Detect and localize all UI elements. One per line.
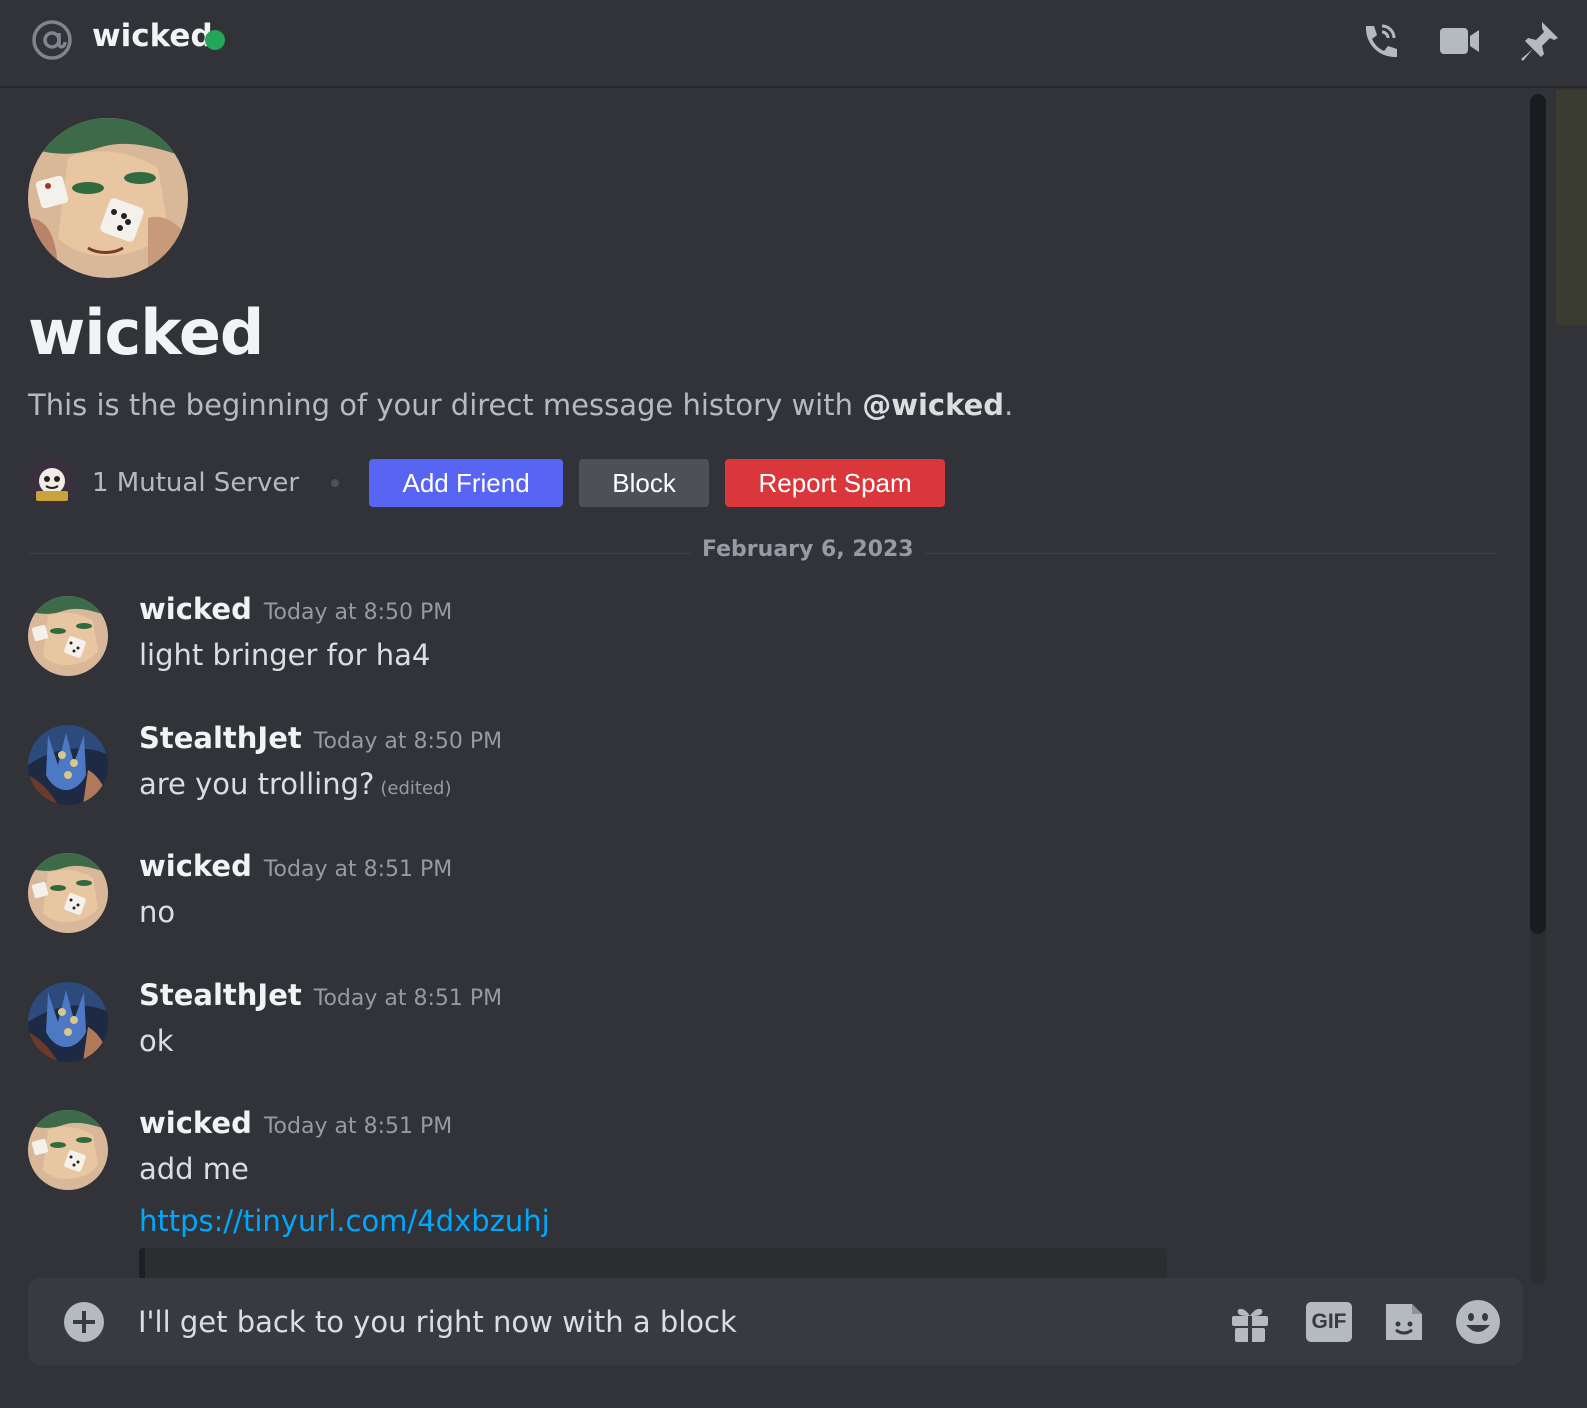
header-title: wicked: [92, 18, 213, 54]
pinned-messages-icon[interactable]: [1516, 18, 1562, 64]
at-sign-icon: [32, 20, 72, 60]
channel-header: wicked: [0, 0, 1587, 88]
video-call-icon[interactable]: [1436, 18, 1482, 64]
intro-suffix: .: [1004, 388, 1014, 422]
message-timestamp: Today at 8:50 PM: [313, 729, 503, 754]
emoji-icon[interactable]: [1454, 1298, 1502, 1346]
message-author[interactable]: StealthJet: [139, 978, 302, 1012]
message-content: light bringer for ha4: [139, 638, 431, 672]
right-edge-accent: [1556, 90, 1587, 325]
intro-prefix: This is the beginning of your direct mes…: [28, 388, 863, 422]
message-timestamp: Today at 8:50 PM: [263, 600, 453, 625]
date-divider: February 6, 2023: [28, 537, 1496, 571]
gif-icon[interactable]: GIF: [1305, 1298, 1353, 1346]
dm-intro-text: This is the beginning of your direct mes…: [28, 388, 1013, 422]
message-author[interactable]: wicked: [139, 592, 252, 626]
message-content: no: [139, 895, 176, 929]
avatar[interactable]: [28, 982, 108, 1062]
message-input[interactable]: [138, 1300, 1198, 1344]
gif-label: GIF: [1306, 1302, 1352, 1342]
edited-label: (edited): [380, 778, 452, 799]
message-timestamp: Today at 8:51 PM: [313, 986, 503, 1011]
avatar[interactable]: [28, 853, 108, 933]
avatar[interactable]: [28, 1110, 108, 1190]
message-author[interactable]: wicked: [139, 1106, 252, 1140]
avatar[interactable]: [28, 596, 108, 676]
message-content: add me: [139, 1152, 249, 1186]
profile-name: wicked: [28, 296, 264, 369]
intro-handle[interactable]: @wicked: [862, 388, 1004, 422]
message-timestamp: Today at 8:51 PM: [263, 1114, 453, 1139]
avatar[interactable]: [28, 725, 108, 805]
message-author[interactable]: wicked: [139, 849, 252, 883]
scrollbar-thumb[interactable]: [1530, 94, 1546, 934]
message-link[interactable]: https://tinyurl.com/4dxbzuhj: [139, 1204, 550, 1238]
mutual-servers-link[interactable]: 1 Mutual Server: [92, 468, 299, 498]
online-status-indicator: [205, 30, 225, 50]
add-friend-button[interactable]: Add Friend: [369, 459, 564, 507]
message-content: ok: [139, 1024, 174, 1058]
message-text: are you trolling?: [139, 767, 375, 801]
separator-dot: [331, 479, 340, 487]
message-content: are you trolling? (edited): [139, 767, 451, 801]
mutual-actions-row: 1 Mutual Server Add Friend Block Report …: [28, 458, 961, 508]
sticker-icon[interactable]: [1380, 1298, 1428, 1346]
message-composer: GIF: [28, 1278, 1523, 1365]
message-author[interactable]: StealthJet: [139, 721, 302, 755]
plus-circle-icon[interactable]: [62, 1300, 106, 1344]
profile-avatar[interactable]: [28, 118, 188, 278]
report-spam-button[interactable]: Report Spam: [725, 459, 946, 507]
message-timestamp: Today at 8:51 PM: [263, 857, 453, 882]
gift-icon[interactable]: [1226, 1298, 1274, 1346]
block-button[interactable]: Block: [579, 459, 710, 507]
voice-call-icon[interactable]: [1356, 18, 1402, 64]
mutual-server-icon[interactable]: [28, 459, 76, 507]
date-divider-label: February 6, 2023: [692, 537, 924, 562]
